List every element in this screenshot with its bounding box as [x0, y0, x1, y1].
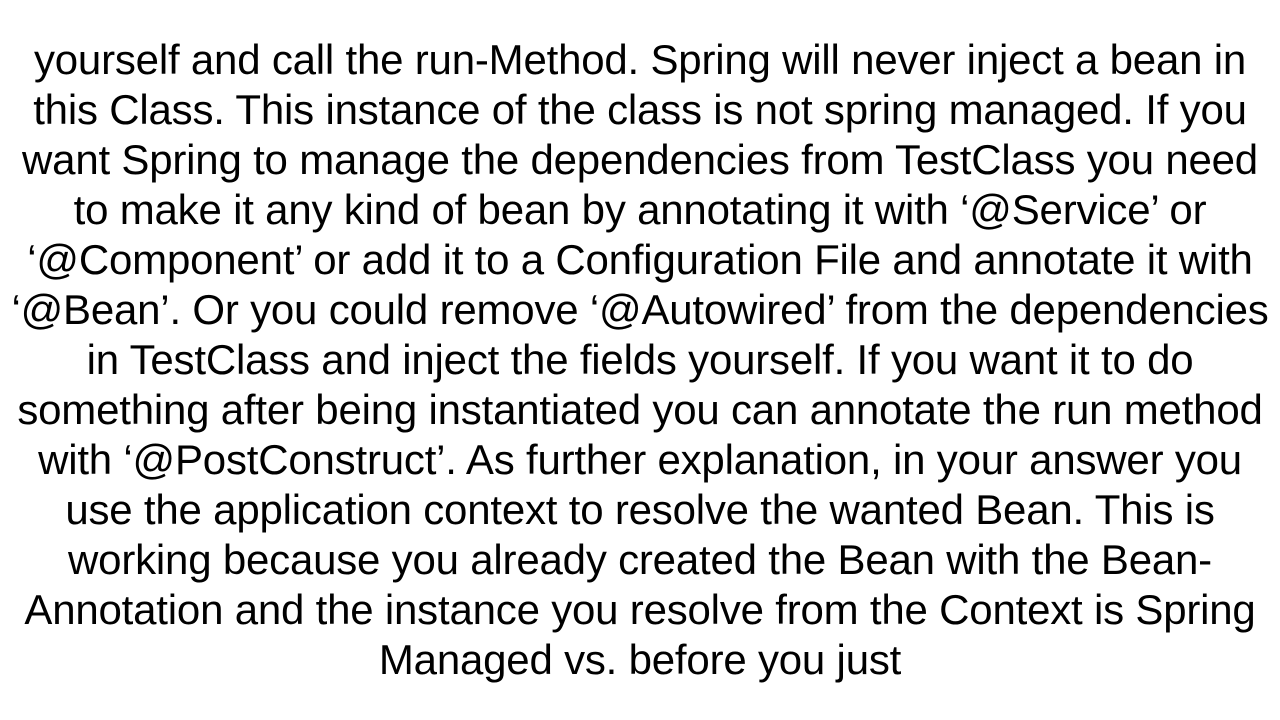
content-wrapper: yourself and call the run-Method. Spring… [0, 0, 1280, 720]
body-text: yourself and call the run-Method. Spring… [0, 35, 1280, 685]
